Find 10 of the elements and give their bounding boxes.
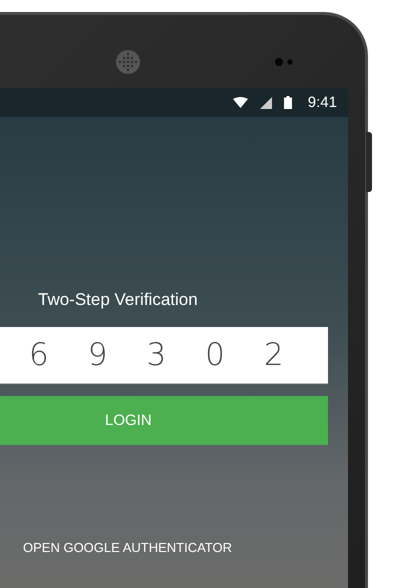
- status-time: 9:41: [308, 94, 337, 111]
- camera-sensors-icon: [274, 56, 294, 66]
- login-button[interactable]: LOGIN: [0, 396, 328, 445]
- battery-icon: [284, 96, 292, 109]
- wifi-icon: [232, 97, 248, 108]
- signal-icon: [260, 96, 272, 108]
- verification-title: Two-Step Verification: [37, 290, 198, 310]
- code-field[interactable]: 69302: [0, 327, 328, 384]
- speaker-grille-icon: [116, 50, 140, 74]
- authenticator-link[interactable]: OPEN GOOGLE AUTHENTICATOR: [23, 540, 232, 555]
